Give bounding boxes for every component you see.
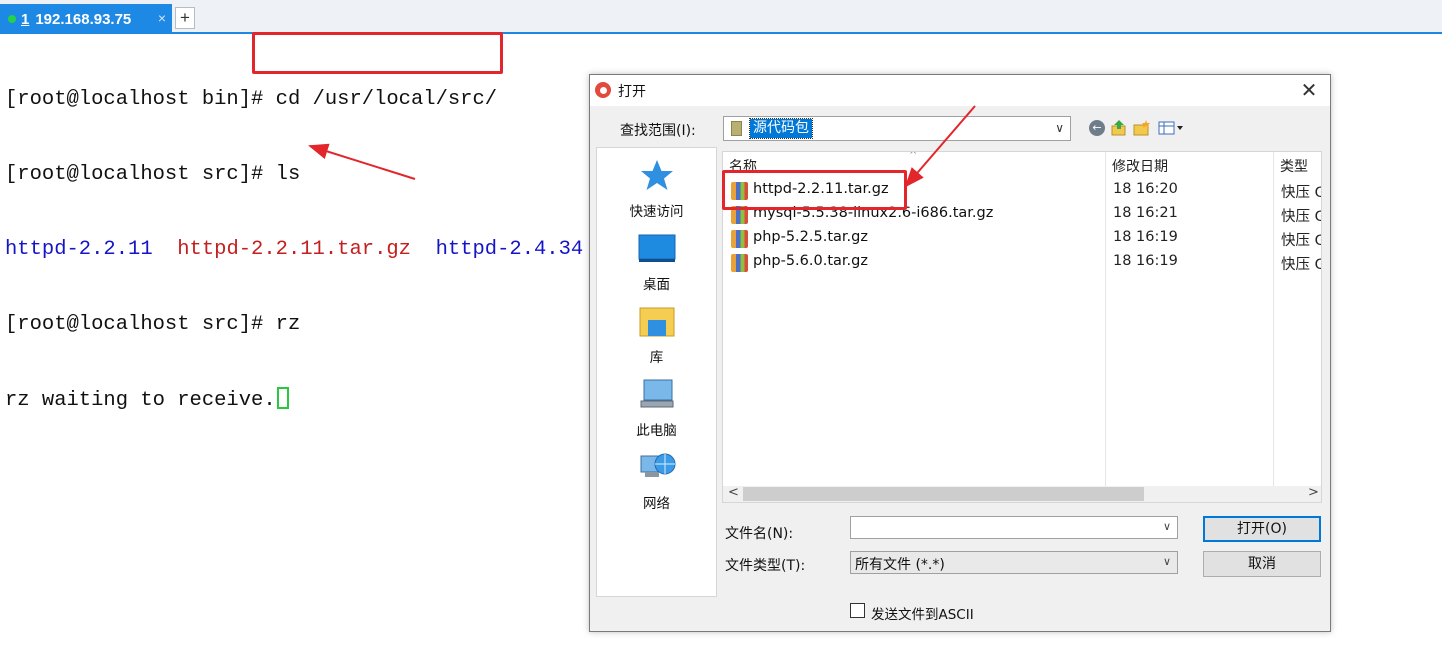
open-button[interactable]: 打开(O)	[1203, 516, 1321, 542]
prompt: [root@localhost src]#	[5, 163, 276, 186]
filename-input[interactable]: ∨	[850, 516, 1178, 539]
file-type: 快压 G	[1281, 257, 1322, 273]
prompt: [root@localhost bin]#	[5, 88, 276, 111]
app-logo-icon	[595, 82, 611, 98]
up-folder-button[interactable]	[1110, 119, 1128, 137]
look-in-value: 源代码包	[749, 118, 813, 139]
archive-file-icon	[731, 230, 748, 248]
file-modified: 18 16:19	[1113, 253, 1178, 269]
ls-archive-item: httpd-2.2.11.tar.gz	[177, 238, 411, 261]
command: ls	[275, 163, 301, 186]
back-arrow-icon: ←	[1089, 120, 1105, 136]
terminal-line: [root@localhost bin]# cd /usr/local/src/	[5, 87, 583, 112]
column-header-modified[interactable]: 修改日期	[1112, 156, 1168, 176]
terminal-tab-bar: 1 192.168.93.75 × +	[0, 0, 1442, 34]
sidebar-item-label: 库	[649, 350, 664, 366]
ls-dir-item: httpd-2.4.34	[435, 238, 584, 261]
sidebar-item-label: 此电脑	[636, 423, 677, 439]
scrollbar-thumb[interactable]	[743, 487, 1144, 501]
annotation-highlight-command	[252, 32, 503, 74]
library-icon	[637, 304, 677, 340]
close-button[interactable]: ✕	[1294, 78, 1324, 102]
file-row[interactable]: php-5.6.0.tar.gz 18 16:19 快压 G	[723, 251, 1321, 275]
file-name: php-5.6.0.tar.gz	[753, 253, 868, 269]
tab-number: 1	[21, 10, 30, 28]
terminal-line: [root@localhost src]# rz	[5, 312, 583, 337]
star-icon	[637, 158, 677, 194]
filetype-label: 文件类型(T):	[725, 558, 806, 574]
terminal-line: rz waiting to receive.	[5, 387, 583, 412]
filename-label: 文件名(N):	[725, 526, 794, 542]
network-icon	[637, 450, 677, 486]
file-modified: 18 16:19	[1113, 229, 1178, 245]
back-button[interactable]: ←	[1088, 119, 1106, 137]
places-sidebar: 快速访问 桌面 库 此电脑 网络	[596, 147, 717, 597]
horizontal-scrollbar[interactable]: < >	[723, 485, 1321, 502]
sidebar-item-desktop[interactable]: 桌面	[597, 231, 716, 293]
file-name: php-5.2.5.tar.gz	[753, 229, 868, 245]
file-type: 快压 G	[1281, 233, 1322, 249]
tab-title: 192.168.93.75	[35, 10, 132, 28]
file-modified: 18 16:20	[1113, 181, 1178, 197]
sidebar-item-label: 网络	[643, 496, 670, 512]
terminal-line: httpd-2.2.11 httpd-2.2.11.tar.gz httpd-2…	[5, 237, 583, 262]
sort-ascending-icon: ^	[909, 151, 918, 161]
sidebar-item-libraries[interactable]: 库	[597, 304, 716, 366]
new-folder-button[interactable]	[1133, 119, 1151, 137]
sidebar-item-label: 桌面	[643, 277, 670, 293]
file-row[interactable]: php-5.2.5.tar.gz 18 16:19 快压 G	[723, 227, 1321, 251]
ls-dir-item: httpd-2.2.11	[5, 238, 153, 261]
archive-file-icon	[731, 254, 748, 272]
filetype-select[interactable]: 所有文件 (*.*) ∨	[850, 551, 1178, 574]
chevron-down-icon[interactable]: ∨	[1163, 555, 1171, 568]
terminal-cursor	[276, 387, 289, 409]
view-menu-icon	[1158, 121, 1183, 135]
view-menu-button[interactable]	[1158, 119, 1186, 137]
look-in-label: 查找范围(I):	[620, 123, 696, 139]
connected-status-icon	[8, 15, 16, 23]
filetype-value: 所有文件 (*.*)	[855, 557, 945, 573]
scroll-right-icon[interactable]: >	[1308, 485, 1319, 500]
prompt: [root@localhost src]#	[5, 313, 276, 336]
sidebar-item-network[interactable]: 网络	[597, 450, 716, 512]
cancel-button[interactable]: 取消	[1203, 551, 1321, 577]
file-type: 快压 G	[1281, 185, 1322, 201]
status-text: rz waiting to receive.	[5, 389, 276, 412]
computer-icon	[637, 377, 677, 413]
terminal-line: [root@localhost src]# ls	[5, 162, 583, 187]
up-folder-icon	[1111, 120, 1126, 136]
command: rz	[275, 313, 301, 336]
scroll-left-icon[interactable]: <	[728, 485, 739, 500]
open-file-dialog: 打开 ✕ 查找范围(I): 源代码包 ∨ ← 快速访问 桌面 库 此电脑 网络 …	[589, 74, 1331, 632]
file-type: 快压 G	[1281, 209, 1322, 225]
dialog-titlebar: 打开 ✕	[590, 75, 1330, 106]
desktop-icon	[637, 231, 677, 267]
sidebar-item-quick-access[interactable]: 快速访问	[597, 158, 716, 220]
terminal-output[interactable]: [root@localhost bin]# cd /usr/local/src/…	[5, 37, 583, 437]
command: cd /usr/local/src/	[275, 88, 498, 111]
dialog-title: 打开	[618, 84, 646, 100]
look-in-dropdown[interactable]: 源代码包 ∨	[723, 116, 1071, 141]
column-header-type[interactable]: 类型	[1280, 156, 1308, 176]
annotation-highlight-file	[722, 170, 907, 210]
ascii-checkbox-label: 发送文件到ASCII	[871, 607, 974, 623]
tab-close-icon[interactable]: ×	[158, 10, 166, 26]
ascii-checkbox[interactable]	[850, 603, 865, 618]
new-tab-button[interactable]: +	[175, 7, 195, 29]
chevron-down-icon: ∨	[1055, 121, 1064, 135]
sidebar-item-this-pc[interactable]: 此电脑	[597, 377, 716, 439]
sidebar-item-label: 快速访问	[629, 204, 684, 220]
new-folder-icon	[1133, 120, 1150, 136]
session-tab[interactable]: 1 192.168.93.75 ×	[0, 4, 172, 34]
folder-icon	[731, 121, 742, 136]
chevron-down-icon[interactable]: ∨	[1163, 520, 1171, 533]
file-modified: 18 16:21	[1113, 205, 1178, 221]
